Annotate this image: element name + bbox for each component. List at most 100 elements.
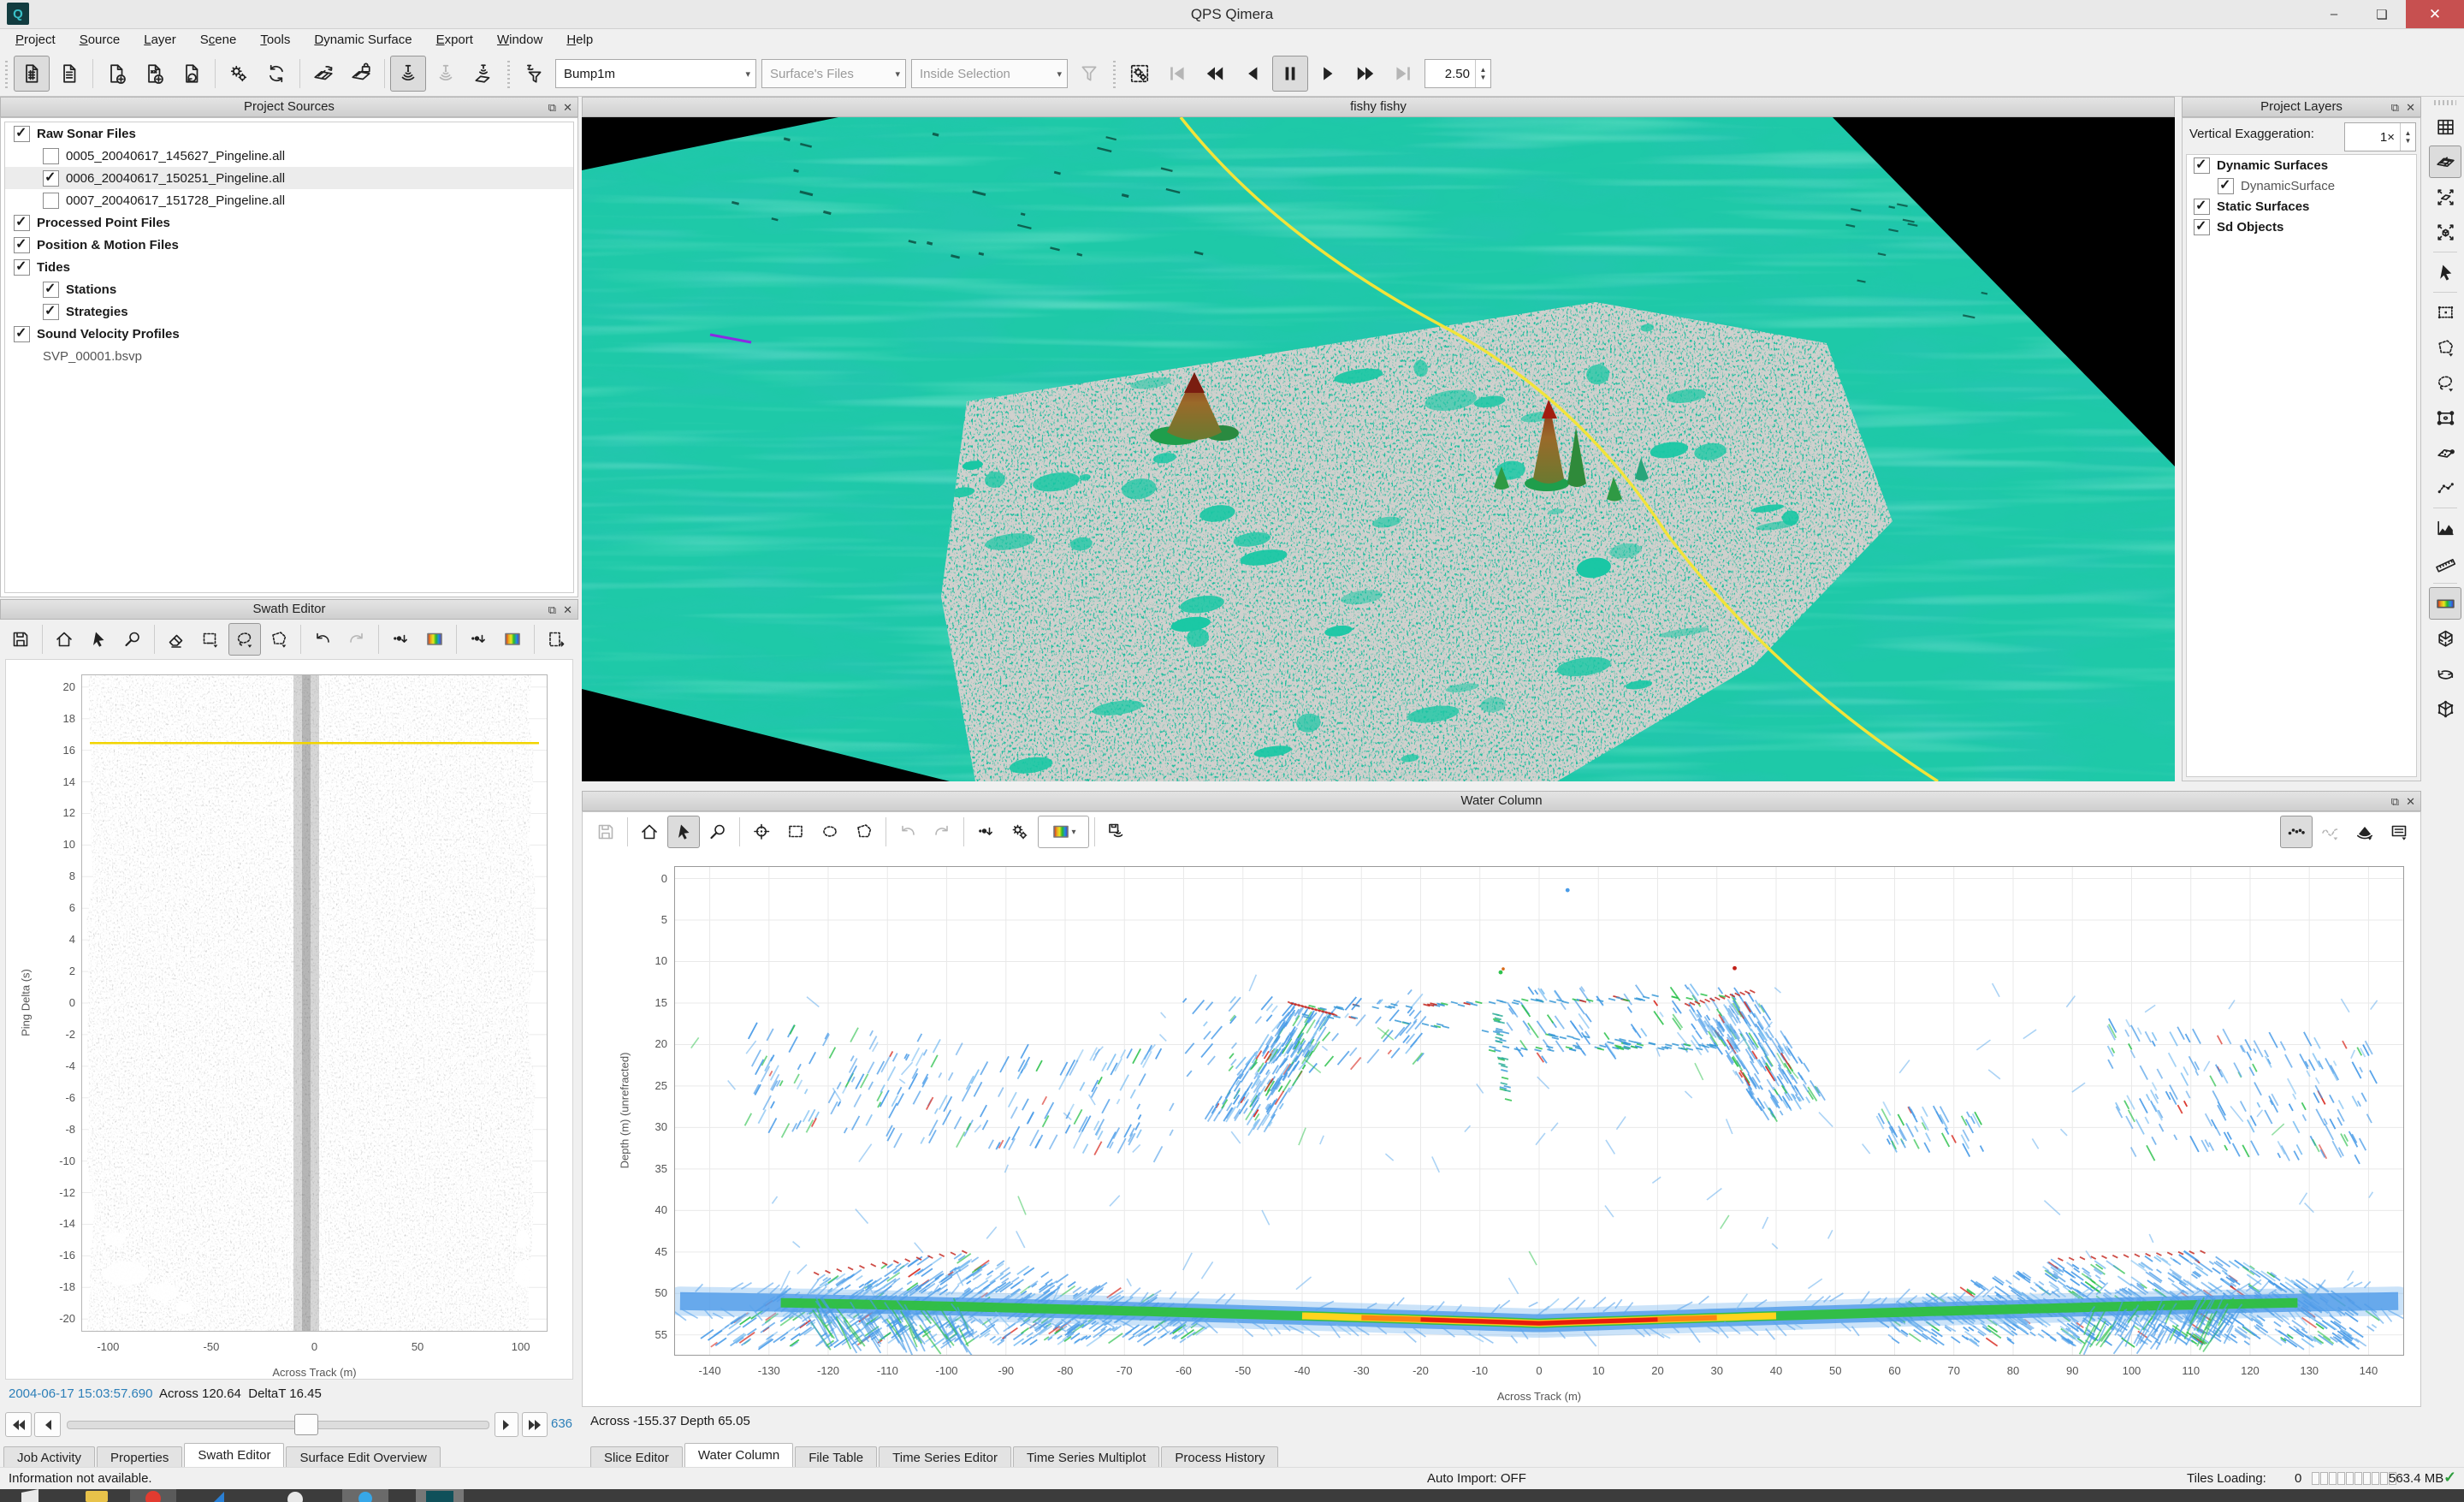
ping-first-button[interactable] [5, 1412, 32, 1437]
ping-slider-thumb[interactable] [294, 1414, 318, 1435]
float-panel-icon[interactable]: ⧉ [548, 100, 556, 115]
bounding-box-button[interactable] [2429, 692, 2461, 725]
reject-points-button[interactable] [462, 623, 495, 656]
histogram-button[interactable] [2429, 512, 2461, 544]
redo-button[interactable] [341, 623, 373, 656]
tab-job-activity[interactable]: Job Activity [3, 1446, 95, 1469]
display-options-button[interactable] [2383, 816, 2415, 848]
play-button[interactable] [1310, 56, 1346, 92]
float-panel-icon[interactable]: ⧉ [2391, 794, 2399, 809]
unchecked-checkbox[interactable] [43, 148, 59, 164]
rotate-view-button[interactable] [2429, 657, 2461, 690]
ellipse-select-button[interactable] [814, 816, 846, 848]
step-back-button[interactable] [1235, 56, 1270, 92]
windows-taskbar[interactable] [0, 1489, 2464, 1502]
select-cursor-button[interactable] [2429, 256, 2461, 288]
accept-points-button[interactable] [384, 623, 417, 656]
surface-combo[interactable]: Bump1m▾ [555, 59, 756, 88]
polygon-select-button[interactable] [848, 816, 880, 848]
playback-settings-button[interactable] [1122, 56, 1158, 92]
toolbar-drag-handle[interactable] [1111, 59, 1117, 88]
checked-checkbox[interactable] [2194, 199, 2210, 215]
pick-point-button[interactable] [745, 816, 778, 848]
color-by-button[interactable] [418, 623, 451, 656]
toolbar-drag-handle[interactable] [506, 59, 512, 88]
restore-button[interactable]: ❏ [2358, 0, 2406, 28]
float-panel-icon[interactable]: ⧉ [548, 603, 556, 617]
tab-process-history[interactable]: Process History [1161, 1446, 1278, 1469]
slice-editor-tool-button[interactable] [428, 56, 464, 92]
scene-3d-view[interactable] [582, 117, 2175, 781]
unchecked-checkbox[interactable] [43, 193, 59, 209]
tab-time-series-editor[interactable]: Time Series Editor [879, 1446, 1011, 1469]
playback-speed-spinner[interactable]: 2.50▲▼ [1424, 59, 1491, 88]
undo-button[interactable] [891, 816, 924, 848]
ping-next-button[interactable] [495, 1412, 518, 1437]
checked-checkbox[interactable] [14, 326, 30, 342]
processing-settings-button[interactable] [221, 56, 257, 92]
polygon-reject-button[interactable] [263, 623, 295, 656]
menu-window[interactable]: Window [485, 29, 554, 51]
color-by-2-button[interactable] [496, 623, 529, 656]
checked-checkbox[interactable] [14, 215, 30, 231]
tree-item-position-motion-files[interactable]: Position & Motion Files [5, 234, 573, 256]
checked-checkbox[interactable] [14, 237, 30, 253]
skip-start-button[interactable] [1159, 56, 1195, 92]
colormap-button[interactable] [2429, 587, 2461, 620]
redo-button[interactable] [926, 816, 958, 848]
add-raw-sonar-button[interactable] [98, 56, 134, 92]
lasso-select-button[interactable] [2429, 366, 2461, 399]
cursor-tool-button[interactable] [667, 816, 700, 848]
tab-surface-edit-overview[interactable]: Surface Edit Overview [286, 1446, 440, 1469]
checked-checkbox[interactable] [2194, 157, 2210, 174]
menu-tools[interactable]: Tools [248, 29, 302, 51]
update-surface-button[interactable] [305, 56, 341, 92]
fast-forward-button[interactable] [1348, 56, 1383, 92]
accept-points-button[interactable] [969, 816, 1002, 848]
menu-scene[interactable]: Scene [188, 29, 249, 51]
tree-item-0005-20040617-145627-pingeline-all[interactable]: 0005_20040617_145627_Pingeline.all [5, 145, 573, 167]
lock-surface-button[interactable] [343, 56, 379, 92]
checked-checkbox[interactable] [43, 282, 59, 298]
checked-checkbox[interactable] [14, 126, 30, 142]
tab-properties[interactable]: Properties [97, 1446, 182, 1469]
vertical-exaggeration-spinner[interactable]: 1× ▲▼ [2344, 122, 2416, 151]
patch-test-tool-button[interactable] [465, 56, 501, 92]
tree-item-strategies[interactable]: Strategies [5, 300, 573, 323]
edit-rect-button[interactable] [2429, 401, 2461, 434]
grid-view-button[interactable] [2429, 110, 2461, 143]
close-panel-icon[interactable]: ✕ [563, 603, 572, 617]
create-project-button[interactable] [14, 56, 50, 92]
menu-source[interactable]: Source [68, 29, 133, 51]
tree-item-stations[interactable]: Stations [5, 278, 573, 300]
tree-item-tides[interactable]: Tides [5, 256, 573, 278]
lasso-reject-button[interactable] [228, 623, 261, 656]
close-panel-icon[interactable]: ✕ [2406, 100, 2415, 115]
pause-button[interactable] [1272, 56, 1308, 92]
checked-checkbox[interactable] [2194, 219, 2210, 235]
rect-select-button[interactable] [779, 816, 812, 848]
tree-item-0007-20040617-151728-pingeline-all[interactable]: 0007_20040617_151728_Pingeline.all [5, 189, 573, 211]
zoom-tool-button[interactable] [702, 816, 734, 848]
float-panel-icon[interactable]: ⧉ [2391, 100, 2399, 115]
export-pings-button[interactable] [1100, 816, 1133, 848]
add-processed-points-button[interactable] [136, 56, 172, 92]
ping-prev-button[interactable] [34, 1412, 61, 1437]
minimize-button[interactable]: – [2310, 0, 2358, 28]
tree-item-0006-20040617-150251-pingeline-all[interactable]: 0006_20040617_150251_Pingeline.all [5, 167, 573, 189]
eraser-tool-button[interactable] [160, 623, 192, 656]
tab-file-table[interactable]: File Table [795, 1446, 877, 1469]
surface-view-button[interactable] [2429, 145, 2461, 178]
tab-water-column[interactable]: Water Column [684, 1443, 793, 1468]
swath-editor-tool-button[interactable] [390, 56, 426, 92]
rect-select-button[interactable] [2429, 296, 2461, 329]
tree-item-processed-point-files[interactable]: Processed Point Files [5, 211, 573, 234]
ping-last-button[interactable] [522, 1412, 548, 1437]
save-button[interactable] [589, 816, 622, 848]
polygon-select-button[interactable] [2429, 331, 2461, 364]
spin-up-icon[interactable]: ▲ [2405, 129, 2412, 137]
checked-checkbox[interactable] [43, 304, 59, 320]
tree-item-sound-velocity-profiles[interactable]: Sound Velocity Profiles [5, 323, 573, 345]
reload-files-button[interactable] [174, 56, 210, 92]
undo-button[interactable] [306, 623, 339, 656]
